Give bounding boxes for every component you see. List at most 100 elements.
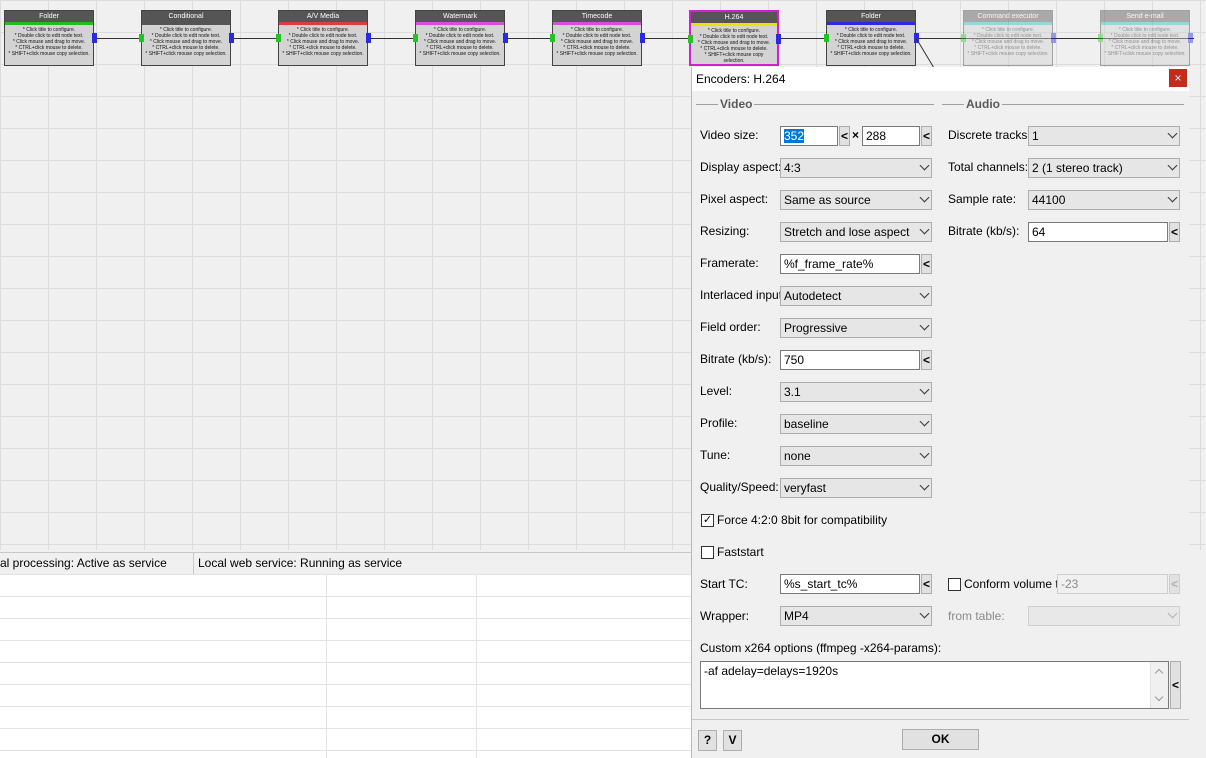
input-pin[interactable] (139, 34, 144, 42)
v-button[interactable]: V (723, 730, 742, 751)
input-pin[interactable] (550, 34, 555, 42)
level-value: 3.1 (784, 385, 801, 399)
input-pin[interactable] (1098, 34, 1103, 42)
total-channels-select[interactable]: 2 (1 stereo track) (1028, 158, 1180, 178)
custom-options-textarea[interactable]: -af adelay=delays=1920s (700, 661, 1169, 709)
chevron-down-icon (919, 480, 930, 491)
conform-insert-button[interactable]: < (1169, 574, 1180, 594)
video-bitrate-input[interactable]: 750 (780, 350, 920, 370)
faststart-checkbox[interactable] (701, 546, 714, 559)
wrapper-select[interactable]: MP4 (780, 606, 932, 626)
node-help-text: * Click title to configure. * Double cli… (1104, 27, 1186, 57)
node-title[interactable]: Folder (5, 11, 93, 25)
workflow-node[interactable]: H.264 * Click title to configure. * Doubl… (688, 10, 781, 66)
start-tc-insert-button[interactable]: < (921, 574, 932, 594)
conform-volume-input[interactable]: -23 (1057, 574, 1168, 594)
output-pin[interactable] (1051, 33, 1056, 43)
sample-rate-select[interactable]: 44100 (1028, 190, 1180, 210)
workflow-node[interactable]: A/V Media * Click title to configure. * D… (276, 10, 371, 66)
discrete-tracks-select[interactable]: 1 (1028, 126, 1180, 146)
interlaced-value: Autodetect (784, 289, 842, 303)
chevron-down-icon (1167, 608, 1178, 619)
audio-bitrate-input[interactable]: 64 (1028, 222, 1168, 242)
textarea-scrollbar[interactable] (1150, 662, 1168, 708)
profile-label: Profile: (700, 416, 738, 430)
output-pin[interactable] (229, 33, 234, 43)
node-title[interactable]: Watermark (416, 11, 504, 25)
framerate-insert-button[interactable]: < (921, 254, 932, 274)
output-pin[interactable] (1188, 33, 1193, 43)
from-table-select[interactable] (1028, 606, 1180, 626)
level-select[interactable]: 3.1 (780, 382, 932, 402)
node-title[interactable]: Command executor (964, 11, 1052, 25)
force-420-checkbox[interactable]: ✓ (701, 514, 714, 527)
profile-select[interactable]: baseline (780, 414, 932, 434)
output-pin[interactable] (503, 33, 508, 43)
framerate-input[interactable]: %f_frame_rate% (780, 254, 920, 274)
output-pin[interactable] (92, 33, 97, 43)
workflow-node[interactable]: Watermark * Click title to configure. * D… (413, 10, 508, 66)
close-icon[interactable]: × (1169, 69, 1187, 87)
scroll-down-icon (1154, 692, 1164, 702)
field-order-label: Field order: (700, 320, 761, 334)
custom-options-insert-button[interactable]: < (1170, 661, 1181, 709)
workflow-node[interactable]: Timecode * Click title to configure. * Do… (550, 10, 645, 66)
node-help-text: * Click title to configure. * Double cli… (556, 27, 638, 57)
video-width-input[interactable]: 352 (780, 126, 838, 146)
node-title[interactable]: Conditional (142, 11, 230, 25)
input-pin[interactable] (688, 35, 693, 43)
interlaced-select[interactable]: Autodetect (780, 286, 932, 306)
start-tc-input[interactable]: %s_start_tc% (780, 574, 920, 594)
from-table-label: from table: (948, 609, 1005, 623)
help-button[interactable]: ? (698, 730, 717, 751)
resizing-label: Resizing: (700, 224, 750, 238)
node-title[interactable]: A/V Media (279, 11, 367, 25)
tune-select[interactable]: none (780, 446, 932, 466)
job-list-grid[interactable] (0, 574, 692, 758)
bitrate-insert-button[interactable]: < (921, 350, 932, 370)
node-title[interactable]: Folder (827, 11, 915, 25)
status-separator (193, 553, 194, 574)
sample-rate-value: 44100 (1032, 193, 1066, 207)
display-aspect-label: Display aspect: (700, 160, 782, 174)
node-help-text: * Click title to configure. * Double cli… (8, 27, 90, 57)
pixel-aspect-select[interactable]: Same as source (780, 190, 932, 210)
video-width-value: 352 (784, 129, 805, 143)
input-pin[interactable] (961, 34, 966, 42)
quality-select[interactable]: veryfast (780, 478, 932, 498)
height-insert-button[interactable]: < (921, 126, 932, 146)
display-aspect-select[interactable]: 4:3 (780, 158, 932, 178)
pixel-aspect-value: Same as source (784, 193, 871, 207)
output-pin[interactable] (776, 34, 781, 44)
chevron-down-icon (919, 448, 930, 459)
workflow-node[interactable]: Conditional * Click title to configure. *… (139, 10, 234, 66)
workflow-node[interactable]: Command executor * Click title to configu… (961, 10, 1056, 66)
audio-section-header: Audio (942, 97, 1184, 113)
grid-column-divider (326, 574, 327, 758)
node-title[interactable]: Send e-mail (1101, 11, 1189, 25)
processing-status: al processing: Active as service (0, 556, 167, 570)
framerate-label: Framerate: (700, 256, 759, 270)
input-pin[interactable] (413, 34, 418, 42)
field-order-select[interactable]: Progressive (780, 318, 932, 338)
node-title[interactable]: H.264 (691, 12, 777, 26)
chevron-down-icon (919, 384, 930, 395)
audio-section-title: Audio (964, 97, 1002, 111)
input-pin[interactable] (824, 34, 829, 42)
ok-button[interactable]: OK (902, 729, 979, 750)
video-section-header: Video (696, 97, 934, 113)
workflow-node[interactable]: Send e-mail * Click title to configure. *… (1098, 10, 1193, 66)
conform-volume-checkbox[interactable] (948, 578, 961, 591)
video-height-input[interactable]: 288 (862, 126, 920, 146)
workflow-node[interactable]: Folder * Click title to configure. * Doub… (4, 10, 97, 66)
width-insert-button[interactable]: < (839, 126, 850, 146)
input-pin[interactable] (276, 34, 281, 42)
discrete-tracks-value: 1 (1032, 129, 1039, 143)
video-section-title: Video (718, 97, 755, 111)
output-pin[interactable] (640, 33, 645, 43)
node-title[interactable]: Timecode (553, 11, 641, 25)
audio-bitrate-insert-button[interactable]: < (1169, 222, 1180, 242)
output-pin[interactable] (366, 33, 371, 43)
resizing-select[interactable]: Stretch and lose aspect (780, 222, 932, 242)
workflow-node[interactable]: Folder * Click title to configure. * Doub… (824, 10, 919, 66)
